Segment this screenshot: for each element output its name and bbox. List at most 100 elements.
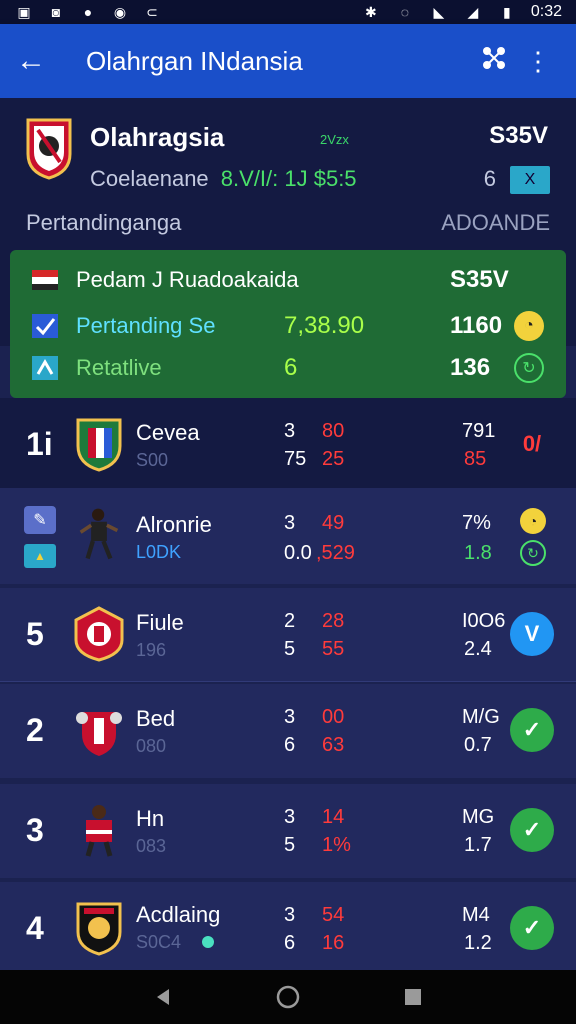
table-row[interactable]: 4 Acdlaing S0C4 3 54 6 16 M4 1.2 ✓ <box>0 882 576 970</box>
team-points: MG <box>462 806 495 828</box>
team-points-sub: 85 <box>464 448 487 470</box>
featured-row-label: Retatlive <box>76 355 162 380</box>
featured-row-value: 136 <box>450 354 491 381</box>
stat-goals: 80 <box>322 420 345 442</box>
more-options-icon[interactable]: ⋮ <box>516 46 560 77</box>
stat-played: 3 <box>284 706 296 728</box>
stat-second: 5 <box>284 638 296 660</box>
league-badge[interactable]: X <box>510 166 550 194</box>
refresh-icon[interactable]: ↻ <box>514 353 544 383</box>
team-crest-icon <box>76 418 122 472</box>
team-crest-icon <box>74 606 124 662</box>
team-name: Fiule <box>136 610 184 635</box>
league-name: Olahragsia <box>90 122 225 152</box>
featured-row-mid: 7,38.90 <box>284 312 365 339</box>
notification-icon: ▣ <box>17 3 31 20</box>
stat-second-red: ,529 <box>316 542 355 564</box>
bell-icon[interactable]: ◔ <box>520 508 546 534</box>
team-sub: L0DK <box>136 542 182 562</box>
league-crest-icon <box>26 118 72 180</box>
stat-goals: 49 <box>322 512 345 534</box>
check-icon[interactable]: ✓ <box>510 808 554 852</box>
team-points: 7% <box>462 512 491 534</box>
featured-row-value: 1160 <box>450 312 503 339</box>
nav-home-icon[interactable] <box>273 982 303 1012</box>
status-time: 0:32 <box>530 3 562 20</box>
trend-down-icon[interactable]: 0/ <box>510 422 554 466</box>
system-nav-bar <box>0 970 576 1024</box>
stat-second-red: 63 <box>322 734 345 756</box>
image-icon[interactable]: ▲ <box>24 544 56 568</box>
team-sub: 196 <box>136 640 167 660</box>
nav-back-icon[interactable] <box>148 982 178 1012</box>
sync-icon: ◌ <box>400 4 410 20</box>
nav-recents-icon[interactable] <box>398 982 428 1012</box>
team-points: I0O6 <box>462 610 506 632</box>
stat-goals: 54 <box>322 904 345 926</box>
check-label: ✓ <box>522 817 542 842</box>
table-row[interactable]: 1i Cevea S00 3 80 75 25 791 85 0/ <box>0 398 576 488</box>
trend-label: 0/ <box>522 431 542 456</box>
verified-icon[interactable]: V <box>510 612 554 656</box>
verified-label: V <box>524 621 540 646</box>
league-subtitle: Coelaenane 8.V/I/: 1J $5:5 <box>90 166 357 192</box>
featured-row: Pedam J Ruadoakaida S35V <box>10 260 566 300</box>
stat-played: 2 <box>284 610 296 632</box>
stat-second: 6 <box>284 734 296 756</box>
bluetooth-icon: ✱ <box>364 3 377 20</box>
featured-row-value: S35V <box>450 266 509 293</box>
team-rank: 5 <box>26 616 44 652</box>
team-name: Cevea <box>136 420 200 445</box>
page-title: Olahrgan INdansia <box>86 45 303 76</box>
main-content: Olahragsia 2Vzx S35V Coelaenane 8.V/I/: … <box>0 98 576 970</box>
team-points-sub: 1.7 <box>464 834 492 856</box>
league-small-label: 2Vzx <box>320 132 349 147</box>
check-label: ✓ <box>522 915 542 940</box>
league-badge-label: X <box>524 171 536 188</box>
table-row[interactable]: 5 Fiule 196 2 28 5 55 I0O6 2.4 V <box>0 588 576 682</box>
refresh-icon[interactable]: ↻ <box>520 540 546 566</box>
back-arrow-icon[interactable]: ← <box>16 44 56 78</box>
stat-goals: 14 <box>322 806 345 828</box>
featured-match-card[interactable]: Pedam J Ruadoakaida S35V Pertanding Se 7… <box>10 250 566 398</box>
team-name: Alronrie <box>136 512 212 537</box>
status-bar: ▣ ◙ ● ◉ ⊂ ✱ ◌ ◣ ◢ ▮ 0:32 <box>0 0 576 24</box>
app-bar: ← Olahrgan INdansia ⋮ <box>0 24 576 98</box>
share-icon[interactable] <box>472 44 516 79</box>
team-name: Hn <box>136 806 165 831</box>
stat-second: 5 <box>284 834 296 856</box>
league-header: Olahragsia 2Vzx S35V Coelaenane 8.V/I/: … <box>0 98 576 398</box>
tools-icon[interactable]: ✎ <box>24 506 56 534</box>
table-row[interactable]: ✎ ▲ Alronrie L0DK 3 49 0.0 ,529 7% 1.8 ◔… <box>0 488 576 584</box>
featured-row-label: Pertanding Se <box>76 313 216 338</box>
check-icon <box>32 314 58 338</box>
team-crest-icon <box>76 712 122 756</box>
stat-played: 3 <box>284 420 296 442</box>
stat-second-red: 55 <box>322 638 345 660</box>
stat-second-red: 25 <box>322 448 345 470</box>
league-count: 6 <box>483 166 496 191</box>
featured-row-label: Pedam J Ruadoakaida <box>76 267 299 292</box>
team-rank: 4 <box>26 910 44 946</box>
check-label: ✓ <box>522 717 542 742</box>
team-sub: S00 <box>136 450 169 470</box>
league-sub-value: 8.V/I/: 1J $5:5 <box>220 166 357 191</box>
stat-played: 3 <box>284 904 296 926</box>
team-points-sub: 0.7 <box>464 734 492 756</box>
team-sub: 083 <box>136 836 167 856</box>
link-icon: ⊂ <box>146 3 158 20</box>
team-name: Acdlaing <box>136 902 221 927</box>
table-row[interactable]: 2 Bed 080 3 00 6 63 M/G 0.7 ✓ <box>0 684 576 778</box>
section-right-label[interactable]: ADOANDE <box>441 210 550 236</box>
league-sub-label: Coelaenane <box>90 166 209 191</box>
team-points-sub: 1.8 <box>464 542 492 564</box>
check-icon[interactable]: ✓ <box>510 708 554 752</box>
stat-second: 75 <box>284 448 307 470</box>
check-icon[interactable]: ✓ <box>510 906 554 950</box>
section-title: Pertandinganga <box>26 210 182 235</box>
bell-icon[interactable]: ◔ <box>514 311 544 341</box>
team-sub: S0C4 <box>136 932 182 952</box>
team-sub: 080 <box>136 736 167 756</box>
player-figure-icon <box>85 805 113 857</box>
table-row[interactable]: 3 Hn 083 3 14 5 1% MG 1.7 ✓ <box>0 784 576 878</box>
